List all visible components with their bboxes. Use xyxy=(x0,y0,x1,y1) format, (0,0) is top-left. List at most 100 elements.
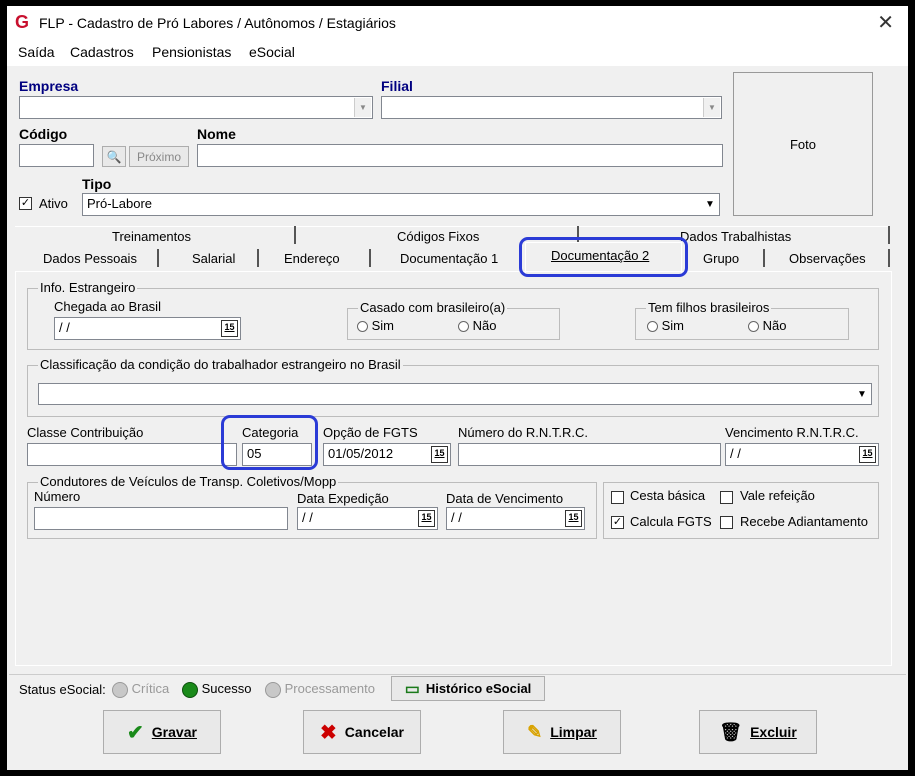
data-venc-input[interactable]: / / 15 xyxy=(446,507,585,530)
tab-separator xyxy=(369,249,371,267)
venc-rntrc-label: Vencimento R.N.T.R.C. xyxy=(725,425,859,440)
numero-input[interactable] xyxy=(34,507,288,530)
chegada-value: / / xyxy=(59,320,70,335)
filhos-sim-radio[interactable]: Sim xyxy=(647,318,684,333)
venc-rntrc-input[interactable]: / / 15 xyxy=(725,443,879,466)
radio-icon[interactable] xyxy=(748,321,759,333)
tipo-label: Tipo xyxy=(82,176,112,192)
codigo-label: Código xyxy=(19,126,68,142)
rntrc-input[interactable] xyxy=(458,443,721,466)
filhos-title: Tem filhos brasileiros xyxy=(646,300,772,315)
classificacao-combo[interactable]: ▼ xyxy=(38,383,872,405)
app-logo-icon: G xyxy=(15,12,30,32)
chegada-label: Chegada ao Brasil xyxy=(54,299,161,314)
status-processamento: Processamento xyxy=(265,681,375,698)
tab-documentacao-1[interactable]: Documentação 1 xyxy=(400,251,498,266)
status-label: Status eSocial: xyxy=(19,682,106,697)
cesta-checkbox[interactable] xyxy=(611,491,624,504)
tab-separator xyxy=(888,249,890,267)
radio-icon[interactable] xyxy=(458,321,469,333)
tab-dados-pessoais[interactable]: Dados Pessoais xyxy=(43,251,137,266)
tipo-combo[interactable]: Pró-Labore ▼ xyxy=(82,193,720,216)
codigo-input[interactable] xyxy=(19,144,94,167)
critica-label: Crítica xyxy=(131,681,170,696)
gravar-button[interactable]: ✔ Gravar xyxy=(103,710,221,754)
gravar-label: Gravar xyxy=(151,724,197,740)
casado-sim-label: Sim xyxy=(371,318,395,333)
status-sucesso: Sucesso xyxy=(182,681,252,698)
filial-combo[interactable]: ▼ xyxy=(381,96,722,119)
foto-label: Foto xyxy=(789,136,816,152)
limpar-button[interactable]: ✎ Limpar xyxy=(503,710,621,754)
menu-cadastros[interactable]: Cadastros xyxy=(70,44,134,60)
filial-label: Filial xyxy=(381,78,413,94)
chevron-down-icon[interactable]: ▼ xyxy=(854,385,870,403)
tab-salarial[interactable]: Salarial xyxy=(192,251,235,266)
empresa-combo[interactable]: ▼ xyxy=(19,96,373,119)
chevron-down-icon[interactable]: ▼ xyxy=(703,98,720,117)
menu-esocial[interactable]: eSocial xyxy=(249,44,295,60)
classificacao-title: Classificação da condição do trabalhador… xyxy=(38,357,403,372)
tab-separator xyxy=(257,249,259,267)
tab-observacoes[interactable]: Observações xyxy=(789,251,866,266)
chegada-input[interactable]: / / 15 xyxy=(54,317,241,340)
data-exp-value: / / xyxy=(302,510,313,525)
fgts-input[interactable]: 01/05/2012 15 xyxy=(323,443,451,466)
classe-label: Classe Contribuição xyxy=(27,425,144,440)
calendar-icon[interactable]: 15 xyxy=(859,446,876,463)
calendar-icon[interactable]: 15 xyxy=(565,510,582,527)
tab-endereco[interactable]: Endereço xyxy=(284,251,340,266)
calendar-icon[interactable]: 15 xyxy=(221,320,238,337)
ativo-checkbox[interactable]: ✓ xyxy=(19,197,32,210)
condutores-title: Condutores de Veículos de Transp. Coleti… xyxy=(38,474,339,489)
proximo-button[interactable]: Próximo xyxy=(129,146,189,167)
cancelar-button[interactable]: ✖ Cancelar xyxy=(303,710,421,754)
tab-grupo[interactable]: Grupo xyxy=(703,251,739,266)
chevron-down-icon[interactable]: ▼ xyxy=(354,98,371,117)
vale-checkbox[interactable] xyxy=(720,491,733,504)
limpar-label: Limpar xyxy=(550,724,597,740)
tab-treinamentos[interactable]: Treinamentos xyxy=(112,229,191,244)
radio-icon[interactable] xyxy=(357,321,368,333)
historico-label: Histórico eSocial xyxy=(425,681,532,696)
fgts-label: Opção de FGTS xyxy=(323,425,418,440)
broom-icon: ✎ xyxy=(527,721,543,742)
tab-separator xyxy=(157,249,159,267)
ativo-label: Ativo xyxy=(39,196,68,211)
calendar-icon[interactable]: 15 xyxy=(431,446,448,463)
checkmark-icon: ✔ xyxy=(127,721,144,744)
document-icon: ▭ xyxy=(404,680,420,698)
radio-icon[interactable] xyxy=(647,321,658,333)
data-exp-input[interactable]: / / 15 xyxy=(297,507,438,530)
binoculars-icon[interactable]: 🔍 xyxy=(102,146,126,167)
adiantamento-label: Recebe Adiantamento xyxy=(740,514,868,529)
calendar-icon[interactable]: 15 xyxy=(418,510,435,527)
nome-label: Nome xyxy=(197,126,236,142)
tab-dados-trabalhistas[interactable]: Dados Trabalhistas xyxy=(680,229,791,244)
sucesso-label: Sucesso xyxy=(201,681,252,696)
close-icon[interactable]: ✕ xyxy=(877,10,894,35)
classe-input[interactable] xyxy=(27,443,237,466)
grey-dot-icon xyxy=(265,681,281,698)
filhos-sim-label: Sim xyxy=(661,318,685,333)
filhos-nao-label: Não xyxy=(762,318,787,333)
cancelar-label: Cancelar xyxy=(344,724,404,740)
nome-input[interactable] xyxy=(197,144,723,167)
categoria-highlight xyxy=(221,415,318,470)
data-exp-label: Data Expedição xyxy=(297,491,389,506)
casado-nao-radio[interactable]: Não xyxy=(458,318,496,333)
vale-label: Vale refeição xyxy=(740,488,815,503)
excluir-button[interactable]: 🗑 Excluir xyxy=(699,710,817,754)
filhos-nao-radio[interactable]: Não xyxy=(748,318,786,333)
chevron-down-icon[interactable]: ▼ xyxy=(702,195,718,214)
historico-esocial-button[interactable]: ▭ Histórico eSocial xyxy=(391,676,545,701)
casado-sim-radio[interactable]: Sim xyxy=(357,318,394,333)
x-icon: ✖ xyxy=(320,721,337,744)
foto-panel[interactable]: Foto xyxy=(733,72,873,216)
menu-saida[interactable]: Saída xyxy=(18,44,55,60)
adiantamento-checkbox[interactable] xyxy=(720,516,733,529)
calcula-fgts-checkbox[interactable]: ✓ xyxy=(611,516,624,529)
tab-codigos-fixos[interactable]: Códigos Fixos xyxy=(397,229,479,244)
menu-pensionistas[interactable]: Pensionistas xyxy=(152,44,231,60)
excluir-label: Excluir xyxy=(750,724,797,740)
